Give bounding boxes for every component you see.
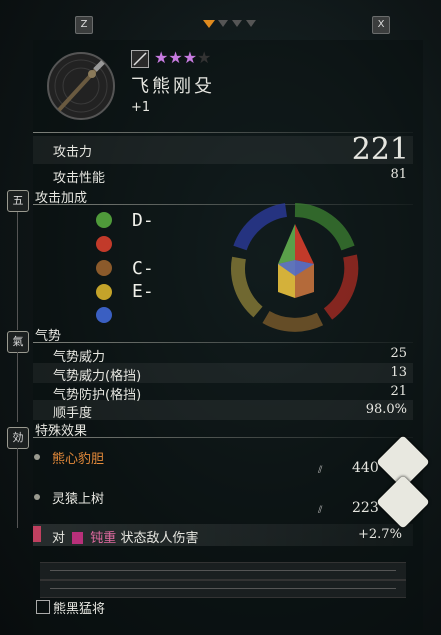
bullet-icon bbox=[34, 494, 40, 500]
spirit-row: 顺手度 98.0% bbox=[33, 400, 413, 421]
phase-list: D- C- E- bbox=[96, 210, 176, 323]
set-icon bbox=[36, 600, 50, 614]
weapon-name: 飞熊刚殳 bbox=[131, 76, 215, 97]
divider bbox=[33, 342, 413, 343]
section-rail bbox=[17, 212, 18, 330]
spirit-row: 气势防护(格挡) 21 bbox=[33, 382, 413, 403]
five-phases-icon: 五 bbox=[7, 190, 29, 212]
set-name[interactable]: 熊黑猛将 bbox=[53, 598, 105, 617]
five-phases-wheel bbox=[230, 202, 360, 332]
spirit-row: 气势威力(格挡) 13 bbox=[33, 363, 413, 384]
familiarity-label: 顺手度 bbox=[53, 406, 93, 421]
bonus-prefix: 对 bbox=[52, 531, 66, 546]
effects-icon: 効 bbox=[7, 427, 29, 449]
page-indicator bbox=[203, 20, 257, 28]
attack-perf-label: 攻击性能 bbox=[53, 171, 106, 186]
effect-name[interactable]: 灵猿上树 bbox=[52, 488, 104, 507]
effect-name[interactable]: 熊心豹胆 bbox=[52, 448, 104, 467]
bonus-suffix: 状态敌人伤害 bbox=[120, 531, 199, 546]
attack-perf-value: 81 bbox=[390, 167, 407, 182]
spirit-power-block-value: 13 bbox=[390, 365, 407, 380]
spirit-icon: 氣 bbox=[7, 331, 29, 353]
empty-slot bbox=[40, 562, 406, 580]
upgrade-level: +1 bbox=[131, 100, 151, 115]
effect-tier-icon: ⫽ bbox=[318, 465, 323, 476]
prev-page-key[interactable]: Z bbox=[75, 16, 93, 34]
page-dot bbox=[231, 20, 243, 28]
page-dot-active bbox=[203, 20, 215, 28]
next-page-key[interactable]: X bbox=[372, 16, 390, 34]
page-dot bbox=[245, 20, 257, 28]
divider bbox=[33, 437, 413, 438]
status-marker-icon bbox=[33, 526, 41, 542]
section-rail bbox=[17, 448, 18, 528]
fire-phase-icon bbox=[96, 236, 112, 252]
rarity-stars: ★★★★ bbox=[154, 48, 212, 67]
attack-power-row: 攻击力 221 bbox=[33, 132, 413, 167]
bullet-icon bbox=[34, 454, 40, 460]
status-bonus-value: +2.7% bbox=[358, 527, 402, 542]
spirit-row: 气势威力 25 bbox=[33, 344, 413, 365]
stagger-status-icon bbox=[72, 532, 84, 544]
familiarity-value: 98.0% bbox=[365, 402, 407, 417]
attack-power-value: 221 bbox=[351, 132, 409, 167]
polearm-icon bbox=[131, 50, 149, 68]
bonus-status: 钝重 bbox=[90, 531, 117, 546]
wood-phase-icon bbox=[96, 212, 112, 228]
effect-tier-icon: ⫽ bbox=[318, 505, 323, 516]
wood-grade: D- bbox=[132, 210, 154, 231]
attack-power-label: 攻击力 bbox=[53, 145, 93, 160]
attack-perf-row: 攻击性能 81 bbox=[33, 165, 413, 186]
status-bonus-text: 对 钝重 状态敌人伤害 bbox=[52, 527, 198, 546]
earth-grade: C- bbox=[132, 258, 154, 279]
empty-slot bbox=[40, 580, 406, 598]
weapon-image bbox=[45, 50, 117, 122]
page-dot bbox=[217, 20, 229, 28]
metal-phase-icon bbox=[96, 284, 112, 300]
spirit-defense-value: 21 bbox=[390, 384, 407, 399]
spirit-power-value: 25 bbox=[390, 346, 407, 361]
water-phase-icon bbox=[96, 307, 112, 323]
effect-value: 223 bbox=[352, 500, 379, 516]
earth-phase-icon bbox=[96, 260, 112, 276]
metal-grade: E- bbox=[132, 281, 154, 302]
section-rail bbox=[17, 352, 18, 422]
effect-value: 440 bbox=[352, 460, 379, 476]
